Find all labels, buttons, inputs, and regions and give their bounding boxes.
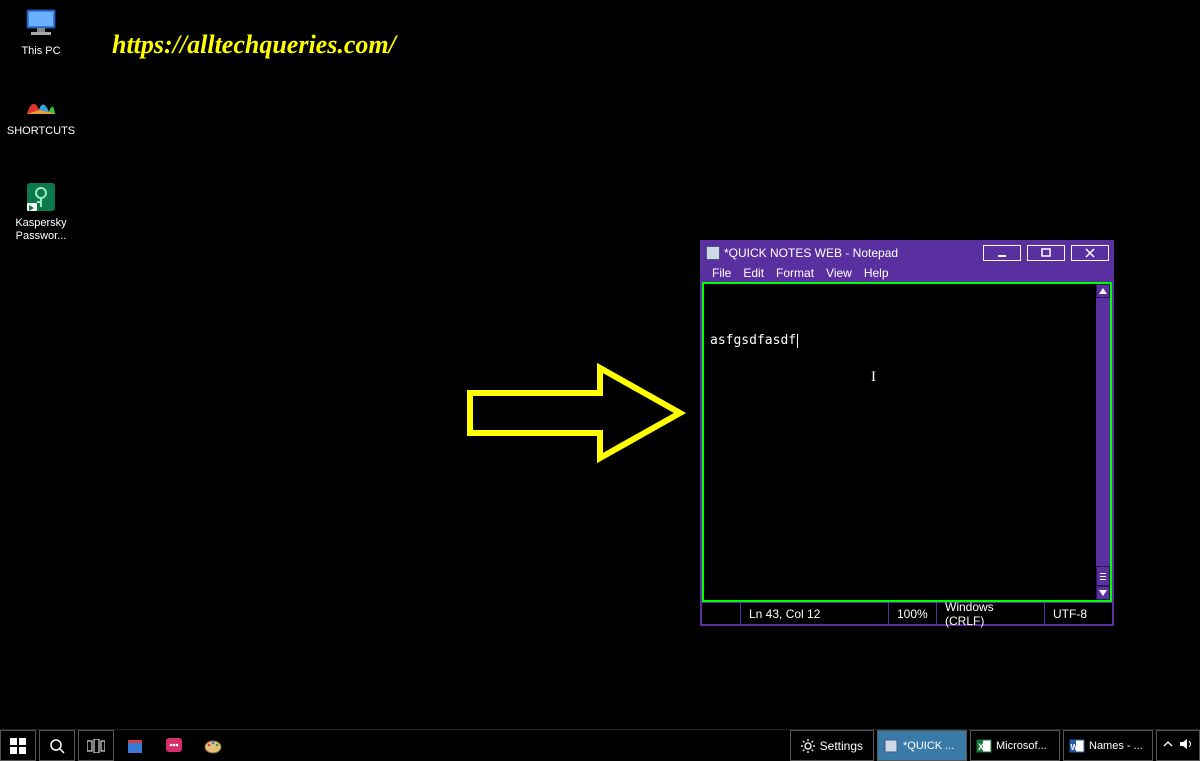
text-area-container: asfgsdfasdf I [702, 282, 1112, 602]
word-icon: W [1069, 738, 1085, 754]
chat-icon [164, 736, 184, 756]
close-button[interactable] [1071, 245, 1109, 261]
settings-label: Settings [820, 739, 863, 753]
arrow-annotation [460, 358, 690, 473]
ibeam-cursor: I [871, 369, 876, 386]
search-button[interactable] [39, 730, 75, 761]
svg-text:X: X [978, 742, 984, 752]
paint-icon [203, 736, 223, 756]
window-title: *QUICK NOTES WEB - Notepad [724, 246, 980, 260]
window-controls [980, 245, 1112, 261]
start-button[interactable] [0, 730, 36, 761]
menu-view[interactable]: View [820, 266, 858, 280]
desktop-icon-label: Kaspersky Passwor... [6, 217, 76, 243]
status-position: Ln 43, Col 12 [740, 603, 888, 624]
task-view-icon [87, 739, 105, 753]
windows-icon [10, 738, 26, 754]
scroll-down-icon[interactable] [1096, 586, 1110, 600]
statusbar: Ln 43, Col 12 100% Windows (CRLF) UTF-8 [702, 602, 1112, 624]
notepad-window[interactable]: *QUICK NOTES WEB - Notepad File Edit For… [700, 240, 1114, 626]
shortcuts-icon [21, 88, 61, 122]
desktop-icon-this-pc[interactable]: This PC [6, 8, 76, 58]
maximize-button[interactable] [1027, 245, 1065, 261]
taskbar-app-label: Names - ... [1089, 740, 1143, 752]
typed-text: asfgsdfasdf [710, 333, 796, 348]
tray-chevron-icon[interactable] [1163, 739, 1173, 752]
menu-file[interactable]: File [706, 266, 737, 280]
desktop-icon-label: SHORTCUTS [6, 125, 76, 138]
status-zoom: 100% [888, 603, 936, 624]
tray-volume-icon[interactable] [1179, 738, 1193, 753]
scroll-up-icon[interactable] [1096, 284, 1110, 298]
search-icon [49, 738, 65, 754]
app-icon [126, 737, 144, 755]
taskbar-app-label: Microsof... [996, 740, 1047, 752]
text-caret [797, 334, 798, 348]
excel-icon: X [976, 738, 992, 754]
gear-icon [801, 739, 815, 753]
pinned-app-2[interactable] [156, 730, 192, 761]
menu-help[interactable]: Help [858, 266, 895, 280]
pinned-paint[interactable] [195, 730, 231, 761]
pinned-app-1[interactable] [117, 730, 153, 761]
svg-text:W: W [1071, 743, 1079, 752]
minimize-button[interactable] [983, 245, 1021, 261]
watermark-url: https://alltechqueries.com/ [112, 30, 396, 60]
kaspersky-icon [21, 180, 61, 214]
desktop-icon-kaspersky[interactable]: Kaspersky Passwor... [6, 180, 76, 243]
notepad-task-icon [883, 738, 899, 754]
taskbar-app-notepad[interactable]: *QUICK ... [877, 730, 967, 761]
task-view-button[interactable] [78, 730, 114, 761]
this-pc-icon [21, 8, 61, 42]
menu-format[interactable]: Format [770, 266, 820, 280]
taskbar-app-excel[interactable]: X Microsof... [970, 730, 1060, 761]
vertical-scrollbar[interactable] [1096, 284, 1110, 600]
scroll-thumb[interactable] [1096, 566, 1110, 586]
menubar: File Edit Format View Help [702, 264, 1112, 282]
taskbar-settings[interactable]: Settings [790, 730, 874, 761]
system-tray[interactable] [1156, 730, 1200, 761]
status-encoding: UTF-8 [1044, 603, 1112, 624]
taskbar: Settings *QUICK ... X Microsof... W Name… [0, 729, 1200, 761]
taskbar-app-word[interactable]: W Names - ... [1063, 730, 1153, 761]
menu-edit[interactable]: Edit [737, 266, 770, 280]
taskbar-app-label: *QUICK ... [903, 740, 954, 752]
titlebar[interactable]: *QUICK NOTES WEB - Notepad [702, 242, 1112, 264]
text-area[interactable]: asfgsdfasdf I [704, 284, 1096, 600]
status-line-ending: Windows (CRLF) [936, 603, 1044, 624]
desktop-icon-shortcuts[interactable]: SHORTCUTS [6, 88, 76, 138]
notepad-icon [706, 246, 720, 260]
desktop-icon-label: This PC [6, 45, 76, 58]
